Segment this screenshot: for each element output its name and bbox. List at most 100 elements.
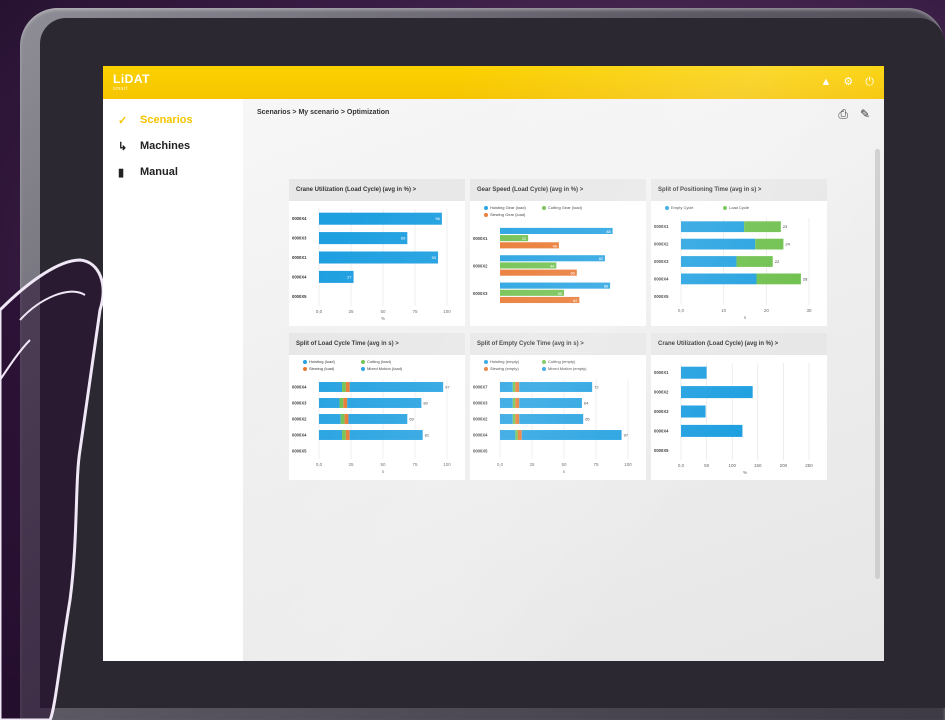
bar-segment[interactable]	[681, 273, 757, 285]
scrollbar[interactable]	[875, 149, 880, 579]
x-tick-label: 0,0	[678, 463, 685, 468]
toolbar: ⎙ ✎	[838, 107, 870, 122]
legend-swatch	[542, 205, 546, 210]
legend-item: Cutting (load)	[361, 359, 411, 364]
bar-segment[interactable]	[515, 382, 520, 392]
header-icons: ▲ ⚙ ⏻	[821, 75, 874, 89]
total-label: 97	[624, 433, 629, 438]
bar-segment[interactable]	[736, 256, 773, 267]
bar-segment[interactable]	[345, 382, 350, 392]
chart-legend: Hoisting (load) Cutting (load) Slewing (…	[289, 355, 465, 371]
bar-segment[interactable]	[342, 382, 346, 392]
bar-segment[interactable]	[744, 221, 781, 233]
category-label: 0000X3	[292, 236, 307, 241]
bar-segment[interactable]	[681, 238, 756, 250]
sidebar-item-machines[interactable]: ↳ Machines	[103, 133, 243, 159]
bar-segment[interactable]	[347, 398, 422, 408]
bar[interactable]	[681, 366, 707, 379]
data-label: 96	[435, 216, 440, 221]
total-label: 72	[594, 385, 599, 390]
bar[interactable]	[500, 269, 577, 276]
bar[interactable]	[681, 424, 743, 437]
total-label: 81	[425, 433, 430, 438]
bar[interactable]	[500, 262, 557, 269]
bar-segment[interactable]	[681, 221, 745, 233]
bar[interactable]	[500, 282, 611, 289]
bar-segment[interactable]	[755, 238, 784, 250]
bar[interactable]	[681, 386, 753, 399]
data-label: 27	[347, 274, 352, 279]
bar-segment[interactable]	[681, 256, 737, 267]
bar-segment[interactable]	[515, 430, 518, 440]
bar-segment[interactable]	[344, 414, 349, 424]
category-label: 0000X4	[654, 276, 669, 281]
sidebar-item-manual[interactable]: ▮ Manual	[103, 159, 243, 185]
app-logo[interactable]: LiDAT smart	[113, 72, 150, 92]
legend-swatch	[723, 205, 727, 210]
user-icon[interactable]: ▲	[821, 75, 832, 89]
bar-segment[interactable]	[517, 430, 522, 440]
settings-icon[interactable]: ⚙	[843, 75, 853, 89]
category-label: 0000X2	[473, 264, 488, 269]
bar-segment[interactable]	[343, 398, 348, 408]
category-label: 0000X2	[654, 390, 669, 395]
bar[interactable]	[319, 251, 439, 264]
x-tick-label: 150	[754, 463, 762, 468]
bar-segment[interactable]	[521, 430, 622, 440]
bar-segment[interactable]	[349, 382, 444, 392]
bar-segment[interactable]	[519, 414, 584, 424]
bar[interactable]	[500, 227, 613, 234]
bar-segment[interactable]	[348, 414, 408, 424]
bar-segment[interactable]	[349, 430, 423, 440]
panel-title[interactable]: Crane Utilization (Load Cycle) (avg in %…	[651, 333, 827, 355]
bar-segment[interactable]	[319, 430, 343, 440]
panel-title[interactable]: Gear Speed (Load Cycle) (avg in %) >	[470, 179, 646, 201]
bar[interactable]	[681, 405, 706, 418]
bar[interactable]	[500, 289, 564, 296]
bar-segment[interactable]	[519, 382, 593, 392]
bar-segment[interactable]	[519, 398, 582, 408]
bar-segment[interactable]	[340, 414, 345, 424]
breadcrumb[interactable]: Scenarios > My scenario > Optimization	[257, 109, 389, 116]
bar[interactable]	[500, 242, 559, 249]
bar-segment[interactable]	[512, 398, 516, 408]
bar-segment[interactable]	[500, 430, 516, 440]
category-label: 0000X1	[654, 370, 669, 375]
bar[interactable]	[500, 296, 580, 304]
panel-title[interactable]: Split of Positioning Time (avg in s) >	[651, 179, 827, 201]
bar-segment[interactable]	[500, 398, 513, 408]
bar-segment[interactable]	[515, 414, 520, 424]
bar-segment[interactable]	[512, 382, 516, 392]
legend-label: Cutting Gear (load)	[548, 205, 583, 210]
bar-segment[interactable]	[319, 414, 341, 424]
category-label: 0000X4	[473, 433, 488, 438]
category-label: 0000X3	[473, 291, 488, 296]
bar-segment[interactable]	[345, 430, 350, 440]
chart-panel-crane-utilization-1: Crane Utilization (Load Cycle) (avg in %…	[289, 179, 465, 326]
x-tick-label: 100	[443, 309, 451, 314]
panel-title[interactable]: Split of Load Cycle Time (avg in s) >	[289, 333, 465, 355]
edit-icon[interactable]: ✎	[860, 107, 870, 122]
total-label: 80	[423, 401, 428, 406]
category-label: 0000X3	[473, 401, 488, 406]
bar-segment[interactable]	[500, 382, 513, 392]
sidebar-item-scenarios[interactable]: ✓ Scenarios	[103, 107, 243, 133]
panel-title[interactable]: Crane Utilization (Load Cycle) (avg in %…	[289, 179, 465, 201]
bar[interactable]	[319, 212, 442, 225]
bar-segment[interactable]	[339, 398, 344, 408]
panel-title[interactable]: Split of Empty Cycle Time (avg in s) >	[470, 333, 646, 355]
print-icon[interactable]: ⎙	[838, 107, 848, 122]
x-tick-label: 100	[624, 462, 632, 467]
bar[interactable]	[319, 232, 408, 245]
bar-segment[interactable]	[512, 414, 516, 424]
bar[interactable]	[500, 255, 605, 262]
bar-segment[interactable]	[319, 382, 343, 392]
bar-segment[interactable]	[756, 273, 801, 285]
bar-segment[interactable]	[515, 398, 520, 408]
bar-segment[interactable]	[319, 398, 340, 408]
bar-segment[interactable]	[342, 430, 346, 440]
power-icon[interactable]: ⏻	[865, 75, 874, 89]
bar-segment[interactable]	[500, 414, 513, 424]
x-tick-label: 10	[721, 308, 727, 313]
category-label: 0000X1	[654, 224, 669, 229]
